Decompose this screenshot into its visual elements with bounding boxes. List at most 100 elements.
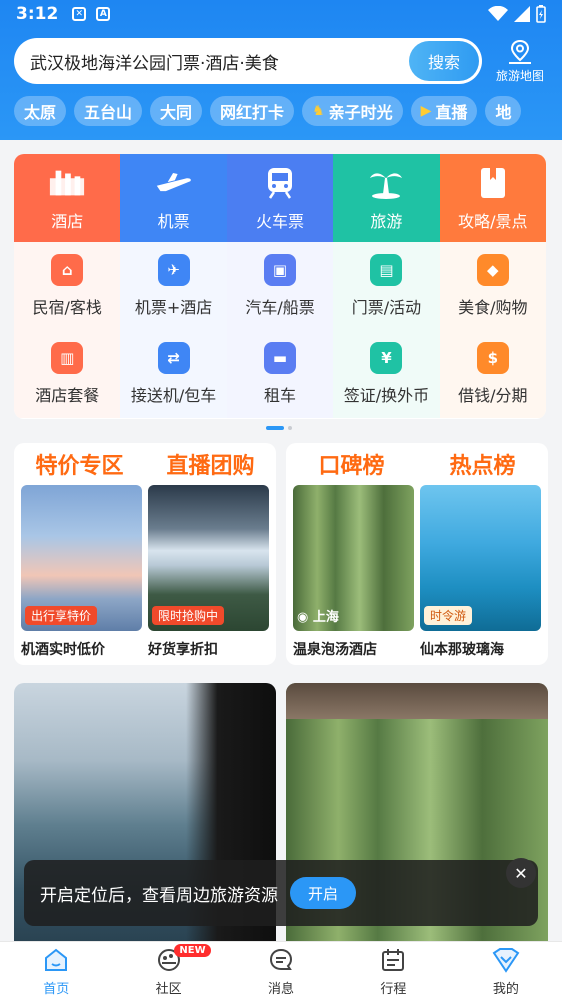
chip-datong[interactable]: 大同 <box>150 96 203 126</box>
bus-icon: ▣ <box>264 254 297 286</box>
search-button[interactable]: 搜索 <box>409 41 479 81</box>
plane-icon <box>155 166 193 200</box>
category-flight[interactable]: 机票 <box>120 154 227 242</box>
category-tickets[interactable]: ▤ 门票/活动 <box>333 242 440 330</box>
category-travel[interactable]: 旅游 <box>333 154 440 242</box>
travel-map-label: 旅游地图 <box>495 68 544 83</box>
app-notification-icon: A <box>96 7 111 21</box>
search-row: 武汉极地海洋公园门票·酒店·美食 搜索 旅游地图 <box>14 38 554 84</box>
promo-item[interactable]: 限时抢购中 好货享折扣 <box>148 485 269 659</box>
map-pin-icon <box>509 39 531 64</box>
home-icon <box>42 946 70 974</box>
chip-wutaishan[interactable]: 五台山 <box>74 96 143 126</box>
profile-icon <box>492 946 520 974</box>
live-icon: ▶ <box>420 103 432 119</box>
page-dot-active <box>266 426 284 430</box>
category-flight-hotel[interactable]: ✈ 机票+酒店 <box>120 242 227 330</box>
category-grid: 酒店 机票 火车票 旅游 攻略/景点 ⌂ 民宿/客栈 ✈ 机票+酒店 ▣ 汽车/… <box>14 154 546 419</box>
close-icon[interactable]: ✕ <box>506 858 536 888</box>
promo-head: 口碑榜 热点榜 <box>286 443 548 485</box>
promo-image-mountain: 限时抢购中 <box>148 485 269 631</box>
promo-caption: 好货享折扣 <box>148 642 218 658</box>
chip-family[interactable]: ♞ 亲子时光 <box>302 96 403 126</box>
promo-caption: 仙本那玻璃海 <box>420 642 504 658</box>
promo-item[interactable]: ◉ 上海 温泉泡汤酒店 <box>293 485 414 659</box>
hotel-icon <box>48 166 86 200</box>
promo-item[interactable]: 出行享特价 机酒实时低价 <box>21 485 142 659</box>
hotel-package-icon: ▥ <box>51 342 84 374</box>
nav-profile[interactable]: 我的 <box>450 942 562 1001</box>
header: 3:12 ✕ A 武汉极地海洋公园门票·酒店·美食 搜索 旅游地图 太原 五台山… <box>0 0 562 140</box>
category-hotel[interactable]: 酒店 <box>14 154 121 242</box>
page-indicator <box>266 426 292 430</box>
signal-icon <box>514 6 530 22</box>
status-time: 3:12 <box>16 4 59 24</box>
promo-card-rankings: 口碑榜 热点榜 ◉ 上海 温泉泡汤酒店 时令游 仙本那玻璃海 <box>286 443 548 665</box>
nav-community[interactable]: NEW 社区 <box>112 942 224 1001</box>
wifi-icon <box>488 6 508 21</box>
chip-checkin[interactable]: 网红打卡 <box>210 96 295 126</box>
promo-title-hot[interactable]: 热点榜 <box>417 448 548 480</box>
promo-item[interactable]: 时令游 仙本那玻璃海 <box>420 485 541 659</box>
chip-more[interactable]: 地 <box>485 96 522 126</box>
category-car-rental[interactable]: ▬ 租车 <box>226 330 334 418</box>
promo-head: 特价专区 直播团购 <box>14 443 276 485</box>
chip-taiyuan[interactable]: 太原 <box>14 96 67 126</box>
promo-title-reputation[interactable]: 口碑榜 <box>286 448 417 480</box>
bottom-nav: 首页 NEW 社区 消息 行程 我的 <box>0 941 562 1001</box>
category-loan[interactable]: $ 借钱/分期 <box>439 330 546 418</box>
sub-category-row-1: ⌂ 民宿/客栈 ✈ 机票+酒店 ▣ 汽车/船票 ▤ 门票/活动 ◆ 美食/购物 <box>14 242 546 330</box>
ticket-icon: ▤ <box>370 254 403 286</box>
page-dot <box>288 426 292 430</box>
category-guide-label: 攻略/景点 <box>458 212 528 231</box>
chip-live[interactable]: ▶ 直播 <box>410 96 478 126</box>
search-input[interactable]: 武汉极地海洋公园门票·酒店·美食 搜索 <box>14 38 482 84</box>
category-train-label: 火车票 <box>256 212 305 231</box>
shield-icon: ✕ <box>72 7 87 21</box>
sub-category-row-2: ▥ 酒店套餐 ⇄ 接送机/包车 ▬ 租车 ¥ 签证/换外币 $ 借钱/分期 <box>14 330 546 418</box>
promo-image-bamboo: ◉ 上海 <box>293 485 414 631</box>
category-hotel-label: 酒店 <box>51 212 84 231</box>
train-icon <box>261 166 299 200</box>
travel-map-button[interactable]: 旅游地图 <box>490 39 550 84</box>
battery-icon <box>536 5 546 23</box>
enable-location-button[interactable]: 开启 <box>290 877 356 909</box>
promo-title-live[interactable]: 直播团购 <box>145 448 276 480</box>
category-transfer[interactable]: ⇄ 接送机/包车 <box>120 330 227 418</box>
new-badge: NEW <box>174 944 211 957</box>
category-guide[interactable]: 攻略/景点 <box>439 154 546 242</box>
status-bar: 3:12 ✕ A <box>0 0 562 28</box>
category-bus-ship[interactable]: ▣ 汽车/船票 <box>226 242 334 330</box>
category-visa[interactable]: ¥ 签证/换外币 <box>333 330 440 418</box>
category-train[interactable]: 火车票 <box>226 154 334 242</box>
promo-badge: 出行享特价 <box>25 606 98 625</box>
search-text: 武汉极地海洋公园门票·酒店·美食 <box>30 53 279 74</box>
money-bag-icon: $ <box>476 342 509 374</box>
category-flight-label: 机票 <box>157 212 190 231</box>
promo-title-special[interactable]: 特价专区 <box>14 448 145 480</box>
plane-hotel-icon: ✈ <box>157 254 190 286</box>
promo-items: ◉ 上海 温泉泡汤酒店 时令游 仙本那玻璃海 <box>286 485 548 659</box>
horse-icon: ♞ <box>312 103 325 119</box>
location-badge: ◉ 上海 <box>297 610 339 625</box>
visa-icon: ¥ <box>370 342 403 374</box>
nav-home[interactable]: 首页 <box>0 942 112 1001</box>
house-icon: ⌂ <box>51 254 84 286</box>
quick-tags: 太原 五台山 大同 网红打卡 ♞ 亲子时光 ▶ 直播 地 <box>14 96 522 126</box>
promo-image-sunset: 出行享特价 <box>21 485 142 631</box>
feed-image-roof <box>286 683 548 719</box>
category-food-shopping[interactable]: ◆ 美食/购物 <box>439 242 546 330</box>
promo-caption: 机酒实时低价 <box>21 642 105 658</box>
promo-items: 出行享特价 机酒实时低价 限时抢购中 好货享折扣 <box>14 485 276 659</box>
nav-messages[interactable]: 消息 <box>225 942 337 1001</box>
location-toast: 开启定位后，查看周边旅游资源 开启 ✕ <box>24 858 538 926</box>
nav-itinerary[interactable]: 行程 <box>337 942 449 1001</box>
main-category-row: 酒店 机票 火车票 旅游 攻略/景点 <box>14 154 546 242</box>
itinerary-icon <box>379 946 407 974</box>
location-pin-icon: ◉ <box>297 610 313 625</box>
toast-text: 开启定位后，查看周边旅游资源 <box>40 885 278 906</box>
category-hotel-package[interactable]: ▥ 酒店套餐 <box>14 330 121 418</box>
category-homestay[interactable]: ⌂ 民宿/客栈 <box>14 242 121 330</box>
promo-caption: 温泉泡汤酒店 <box>293 642 377 658</box>
promo-image-sea: 时令游 <box>420 485 541 631</box>
